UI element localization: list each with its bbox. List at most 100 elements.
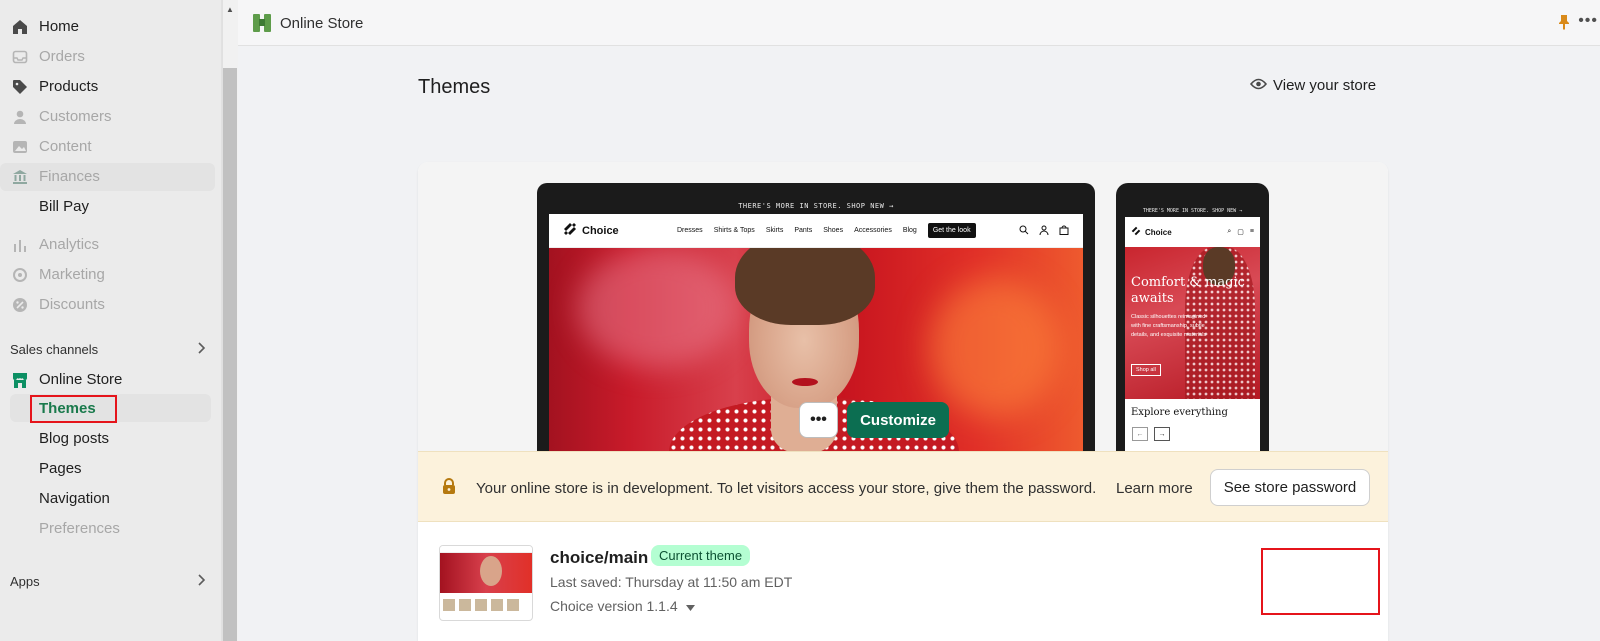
choice-logo-icon	[563, 222, 577, 239]
customize-button[interactable]: Customize	[847, 402, 949, 438]
banner-message: Your online store is in development. To …	[476, 480, 1097, 497]
chevron-right-icon	[196, 574, 206, 589]
nav-link: Blog	[902, 227, 917, 234]
sidebar-item-label: Products	[39, 78, 99, 95]
store-nav-links: Dresses Shirts & Tops Skirts Pants Shoes…	[677, 223, 976, 238]
lock-icon	[442, 478, 456, 500]
mobile-hero-text: Classic silhouettes reimagined with fine…	[1131, 314, 1207, 338]
chevron-right-icon	[196, 342, 206, 357]
highlight-box-customize	[1261, 548, 1380, 615]
cart-icon: ▢	[1237, 229, 1244, 236]
nav-link: Skirts	[765, 227, 784, 234]
page-title: Themes	[418, 76, 491, 98]
store-logo: Choice	[563, 222, 663, 239]
mobile-explore-heading: Explore everything	[1131, 407, 1228, 418]
nav-link: Accessories	[854, 227, 892, 234]
store-nav: Choice Dresses Shirts & Tops Skirts Pant…	[549, 214, 1083, 248]
sidebar-item-finances[interactable]: Finances	[0, 163, 215, 191]
sidebar-item-navigation[interactable]: Navigation	[39, 490, 110, 507]
apps-header[interactable]: Apps	[10, 574, 206, 589]
sidebar-item-label: Finances	[39, 168, 100, 185]
mobile-brand: Choice	[1145, 227, 1172, 237]
home-icon	[11, 18, 29, 36]
mobile-hero-button: Shop all	[1131, 364, 1161, 376]
eye-icon	[1249, 77, 1268, 94]
scrollbar-thumb[interactable]	[223, 68, 237, 641]
person-icon	[11, 108, 29, 126]
bank-icon	[11, 168, 29, 186]
nav-cta: Get the look	[927, 223, 976, 238]
sidebar-item-pages[interactable]: Pages	[39, 460, 82, 477]
target-icon	[11, 266, 29, 284]
sidebar-item-bill-pay[interactable]: Bill Pay	[0, 193, 215, 221]
mobile-hero: Comfort & magic awaits Classic silhouett…	[1125, 247, 1260, 399]
sidebar-item-products[interactable]: Products	[0, 73, 215, 101]
sidebar-item-preferences[interactable]: Preferences	[39, 520, 120, 537]
theme-name: choice/main	[550, 548, 649, 567]
inbox-icon	[11, 48, 29, 66]
apps-label: Apps	[10, 574, 40, 589]
tag-icon	[11, 78, 29, 96]
sidebar-item-label: Online Store	[39, 371, 123, 388]
topbar: Online Store •••	[238, 0, 1600, 46]
password-banner: Your online store is in development. To …	[418, 451, 1388, 522]
mobile-preview: THERE'S MORE IN STORE. SHOP NEW → Choice…	[1116, 183, 1269, 451]
sidebar-item-home[interactable]: Home	[0, 13, 215, 41]
nav-link: Shoes	[823, 227, 844, 234]
discount-icon	[11, 296, 29, 314]
arrow-right-icon: →	[1154, 427, 1170, 441]
nav-link: Pants	[794, 227, 813, 234]
arrow-left-icon: ←	[1132, 427, 1148, 441]
sidebar-item-label: Analytics	[39, 236, 100, 253]
sidebar-item-label: Customers	[39, 108, 112, 125]
view-store-label: View your store	[1273, 77, 1377, 94]
learn-more-link[interactable]: Learn more	[1116, 480, 1193, 497]
image-icon	[11, 138, 29, 156]
sidebar-item-discounts[interactable]: Discounts	[0, 291, 215, 319]
choice-logo-icon	[1131, 226, 1141, 238]
theme-more-actions-button[interactable]: •••	[799, 402, 838, 438]
caret-down-icon	[685, 598, 695, 614]
bar-chart-icon	[11, 236, 29, 254]
theme-version-label: Choice version 1.1.4	[550, 598, 678, 614]
announcement-bar: THERE'S MORE IN STORE. SHOP NEW →	[549, 197, 1083, 214]
sales-channels-label: Sales channels	[10, 342, 99, 357]
scroll-up-arrow-icon[interactable]: ▲	[223, 2, 237, 16]
sidebar-item-label: Content	[39, 138, 92, 155]
theme-version[interactable]: Choice version 1.1.4	[550, 598, 695, 614]
theme-thumbnail	[439, 545, 533, 621]
sidebar-item-content[interactable]: Content	[0, 133, 215, 161]
sidebar-item-marketing[interactable]: Marketing	[0, 261, 215, 289]
online-store-icon	[252, 13, 272, 38]
see-store-password-button[interactable]: See store password	[1210, 469, 1370, 506]
topbar-more-button[interactable]: •••	[1578, 12, 1598, 30]
search-icon: ⌕	[1227, 228, 1232, 235]
sidebar-item-blog-posts[interactable]: Blog posts	[39, 430, 109, 447]
store-icon	[11, 371, 29, 389]
current-theme-row: choice/main Current theme Last saved: Th…	[418, 522, 1388, 641]
nav-link: Dresses	[677, 227, 703, 234]
mobile-carousel-arrows: ← →	[1132, 427, 1170, 441]
mobile-hero-title: Comfort & magic awaits	[1131, 275, 1245, 306]
menu-icon: ≡	[1249, 228, 1254, 235]
sidebar-item-orders[interactable]: Orders	[0, 43, 215, 71]
topbar-title: Online Store	[280, 15, 364, 32]
sidebar-item-label: Bill Pay	[39, 198, 90, 215]
pin-icon[interactable]	[1558, 14, 1570, 35]
highlight-box-themes	[30, 395, 117, 423]
sales-channels-header[interactable]: Sales channels	[10, 342, 206, 357]
sidebar-item-analytics[interactable]: Analytics	[0, 231, 215, 259]
sidebar-item-customers[interactable]: Customers	[0, 103, 215, 131]
sidebar-item-online-store[interactable]: Online Store	[0, 366, 215, 394]
theme-last-saved: Last saved: Thursday at 11:50 am EDT	[550, 574, 793, 590]
sidebar-item-label: Marketing	[39, 266, 105, 283]
view-store-link[interactable]: View your store	[1249, 77, 1377, 94]
cart-icon	[1059, 225, 1069, 237]
store-brand: Choice	[582, 224, 619, 237]
search-icon	[1019, 225, 1029, 237]
nav-link: Shirts & Tops	[713, 227, 755, 234]
sidebar-item-label: Home	[39, 18, 80, 35]
account-icon	[1039, 225, 1049, 237]
mobile-announcement: THERE'S MORE IN STORE. SHOP NEW →	[1125, 205, 1260, 217]
sidebar: Home Orders Products Customers Content F…	[0, 0, 222, 641]
